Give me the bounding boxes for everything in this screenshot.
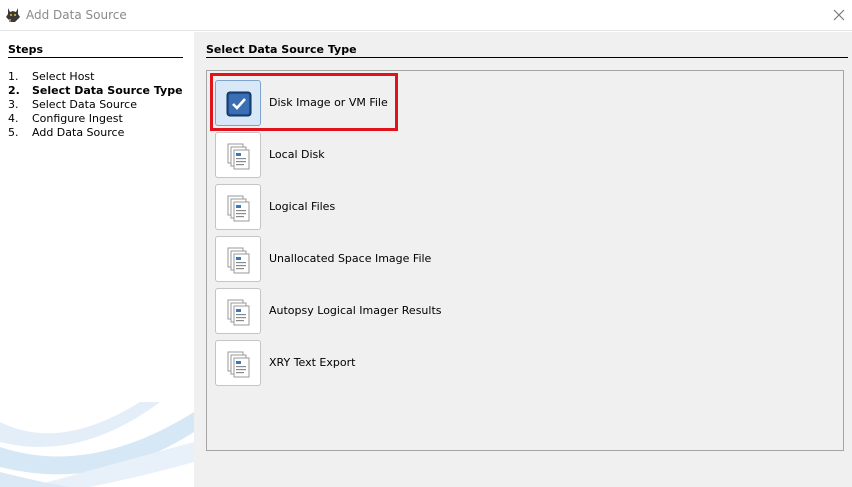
step-item: 4. Configure Ingest [8,112,193,126]
data-source-option[interactable]: Local Disk [215,132,575,178]
data-source-option[interactable]: Logical Files [215,184,575,230]
data-source-type-panel: XRY Text Export Autopsy Logical Imager Re… [206,70,844,451]
data-source-option-label[interactable]: Disk Image or VM File [269,96,388,109]
data-source-option[interactable]: Unallocated Space Image File [215,236,575,282]
data-source-type-button[interactable] [215,132,261,178]
data-source-type-button[interactable] [215,340,261,386]
step-item: 2. Select Data Source Type [8,84,193,98]
steps-heading: Steps [8,43,44,56]
step-label: Select Data Source [32,98,137,111]
steps-list: 1. Select Host 2. Select Data Source Type 3.… [8,70,193,140]
data-source-type-button[interactable] [215,288,261,334]
step-label: Select Data Source Type [32,84,183,97]
data-source-option-label[interactable]: Unallocated Space Image File [269,252,431,265]
main-heading: Select Data Source Type [206,43,357,56]
steps-divider [8,57,183,58]
main-divider [206,57,848,58]
data-source-option-label[interactable]: Local Disk [269,148,325,161]
step-number: 1. [8,70,19,83]
step-label: Select Host [32,70,95,83]
data-source-type-button[interactable] [215,184,261,230]
title-bar: Add Data Source [0,0,852,31]
step-number: 3. [8,98,19,111]
data-source-type-button[interactable] [215,80,261,126]
autopsy-dog-icon [6,8,20,22]
data-source-option[interactable]: Disk Image or VM File [215,80,575,126]
step-item: 5. Add Data Source [8,126,193,140]
steps-sidebar: Steps 1. Select Host 2. Select Data Source … [0,32,194,487]
step-number: 5. [8,126,19,139]
step-number: 4. [8,112,19,125]
close-icon[interactable] [829,5,849,25]
step-label: Add Data Source [32,126,125,139]
data-source-option-label[interactable]: Logical Files [269,200,335,213]
data-source-option[interactable]: Autopsy Logical Imager Results [215,288,575,334]
data-source-option[interactable]: XRY Text Export [215,340,575,386]
step-number: 2. [8,84,20,97]
step-label: Configure Ingest [32,112,123,125]
step-item: 1. Select Host [8,70,193,84]
data-source-option-label[interactable]: XRY Text Export [269,356,355,369]
decorative-swoosh-graphic [0,402,194,487]
step-item: 3. Select Data Source [8,98,193,112]
window-title: Add Data Source [26,8,127,22]
data-source-option-label[interactable]: Autopsy Logical Imager Results [269,304,442,317]
main-content: Select Data Source Type XRY Text Export A… [194,32,852,487]
data-source-type-button[interactable] [215,236,261,282]
